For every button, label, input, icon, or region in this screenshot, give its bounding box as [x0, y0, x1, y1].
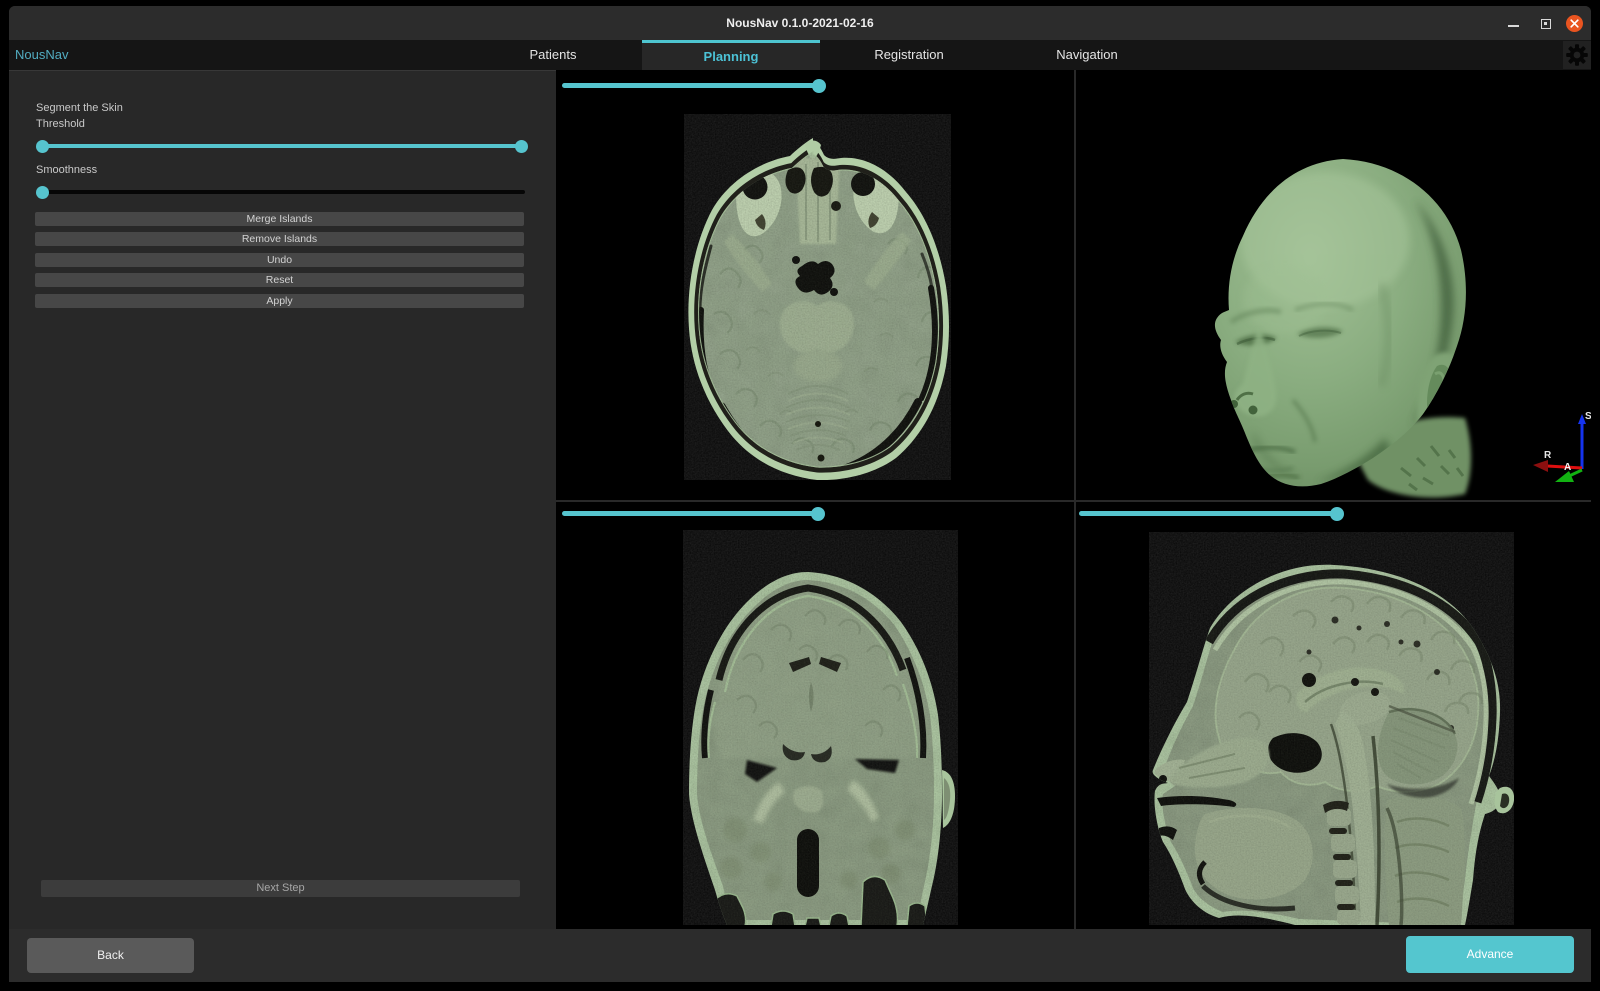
svg-text:S: S: [1585, 411, 1591, 422]
svg-text:R: R: [1544, 450, 1552, 461]
svg-text:A: A: [1564, 462, 1571, 473]
